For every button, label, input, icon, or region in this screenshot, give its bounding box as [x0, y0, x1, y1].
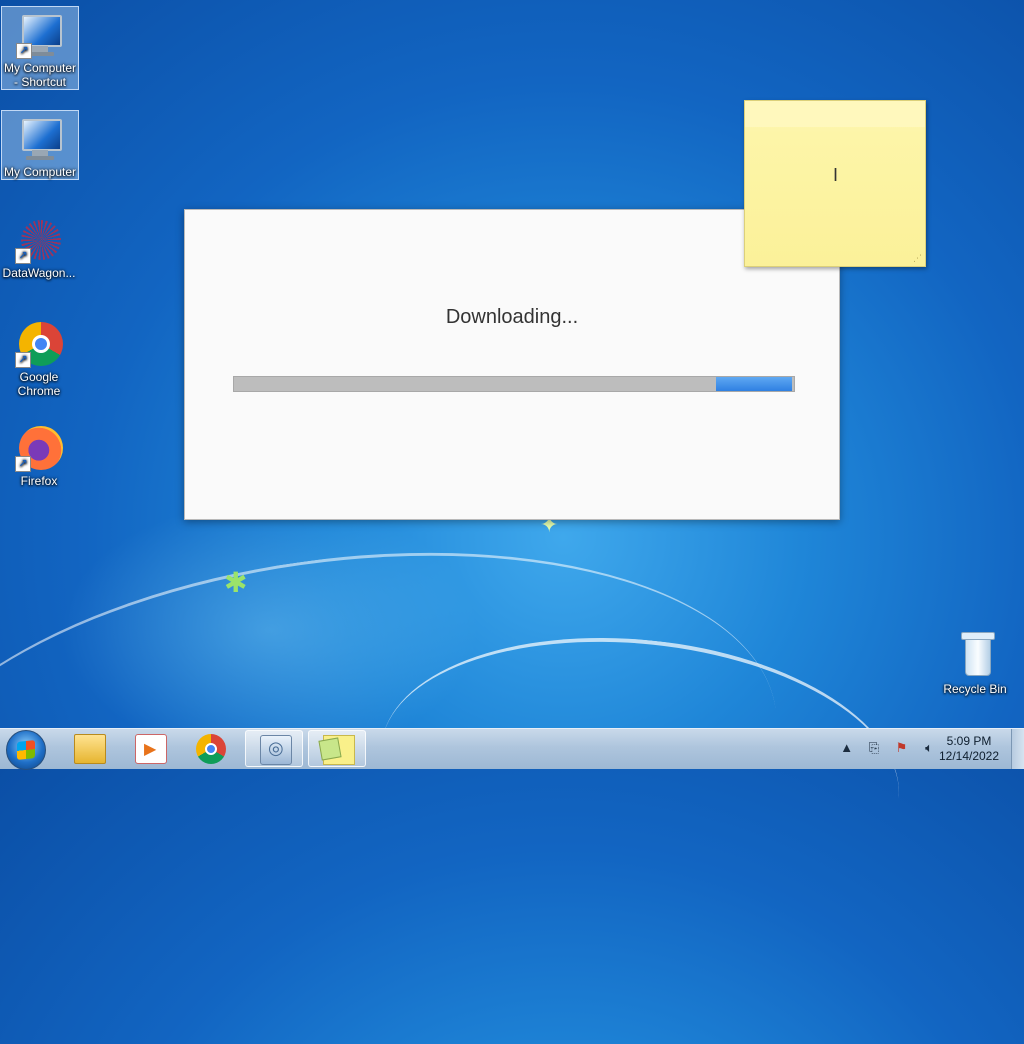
taskbar-button-chrome[interactable]	[182, 730, 240, 767]
desktop-icon-google-chrome[interactable]: ↗ Google Chrome	[1, 316, 77, 398]
desktop-icon-label: Google Chrome	[17, 370, 61, 398]
computer-icon: ↗	[16, 11, 64, 59]
download-progress-bar	[233, 376, 795, 392]
chrome-icon	[196, 734, 226, 764]
system-tray: ▲ ⎘ ⚑ 🔈︎	[833, 739, 938, 759]
taskbar: ▲ ⎘ ⚑ 🔈︎ 5:09 PM 12/14/2022	[0, 728, 1024, 770]
taskbar-button-sticky-notes[interactable]	[308, 730, 366, 767]
sticky-note[interactable]: I ⋰	[744, 100, 926, 267]
desktop-icon-firefox[interactable]: ↗ Firefox	[1, 420, 77, 488]
desktop-icon-datawagon[interactable]: ↗ DataWagon...	[1, 212, 77, 280]
shortcut-arrow-icon: ↗	[16, 43, 32, 59]
folder-icon	[74, 734, 106, 764]
desktop-icon-recycle-bin[interactable]: Recycle Bin	[937, 628, 1013, 696]
sticky-note-header[interactable]	[745, 101, 925, 127]
show-desktop-button[interactable]	[1011, 729, 1024, 769]
sticky-note-text[interactable]	[751, 131, 919, 254]
sticky-notes-icon	[323, 735, 355, 765]
windows-logo-icon	[17, 740, 35, 760]
resize-grip-icon[interactable]: ⋰	[913, 253, 922, 264]
shortcut-arrow-icon: ↗	[15, 248, 31, 264]
shortcut-arrow-icon: ↗	[15, 352, 31, 368]
desktop-icon-label: My Computer - Shortcut	[3, 61, 77, 89]
clock-date: 12/14/2022	[938, 749, 1000, 763]
network-icon[interactable]: ⎘	[865, 740, 883, 756]
taskbar-button-media-player[interactable]	[121, 730, 179, 767]
chrome-icon: ↗	[15, 320, 63, 368]
desktop-icon-my-computer-shortcut[interactable]: ↗ My Computer - Shortcut	[1, 6, 79, 90]
taskbar-button-explorer[interactable]	[60, 730, 118, 767]
datawagon-icon: ↗	[15, 216, 63, 264]
desktop-icon-label: DataWagon...	[2, 266, 76, 280]
clock-time: 5:09 PM	[946, 734, 992, 748]
show-hidden-icons-arrow[interactable]: ▲	[838, 740, 856, 755]
progress-marquee-chunk	[716, 377, 792, 391]
firefox-icon: ↗	[15, 424, 63, 472]
computer-icon	[16, 115, 64, 163]
clock[interactable]: 5:09 PM 12/14/2022	[932, 734, 1006, 764]
desktop-icon-label: My Computer	[3, 165, 77, 179]
desktop-icon-label: Recycle Bin	[943, 682, 1007, 696]
text-cursor-icon: I	[833, 165, 839, 185]
taskbar-button-installer[interactable]	[245, 730, 303, 767]
media-player-icon	[135, 734, 167, 764]
recycle-bin-icon	[951, 632, 999, 680]
download-dialog: Downloading...	[184, 209, 840, 520]
shortcut-arrow-icon: ↗	[15, 456, 31, 472]
start-button[interactable]	[6, 730, 46, 770]
wallpaper-leaf: ✱	[224, 567, 248, 598]
installer-icon	[260, 735, 292, 765]
desktop-icon-label: Firefox	[20, 474, 58, 488]
download-status-text: Downloading...	[445, 306, 579, 328]
desktop-icon-my-computer[interactable]: My Computer	[1, 110, 79, 180]
action-center-flag-icon[interactable]: ⚑	[893, 740, 911, 756]
